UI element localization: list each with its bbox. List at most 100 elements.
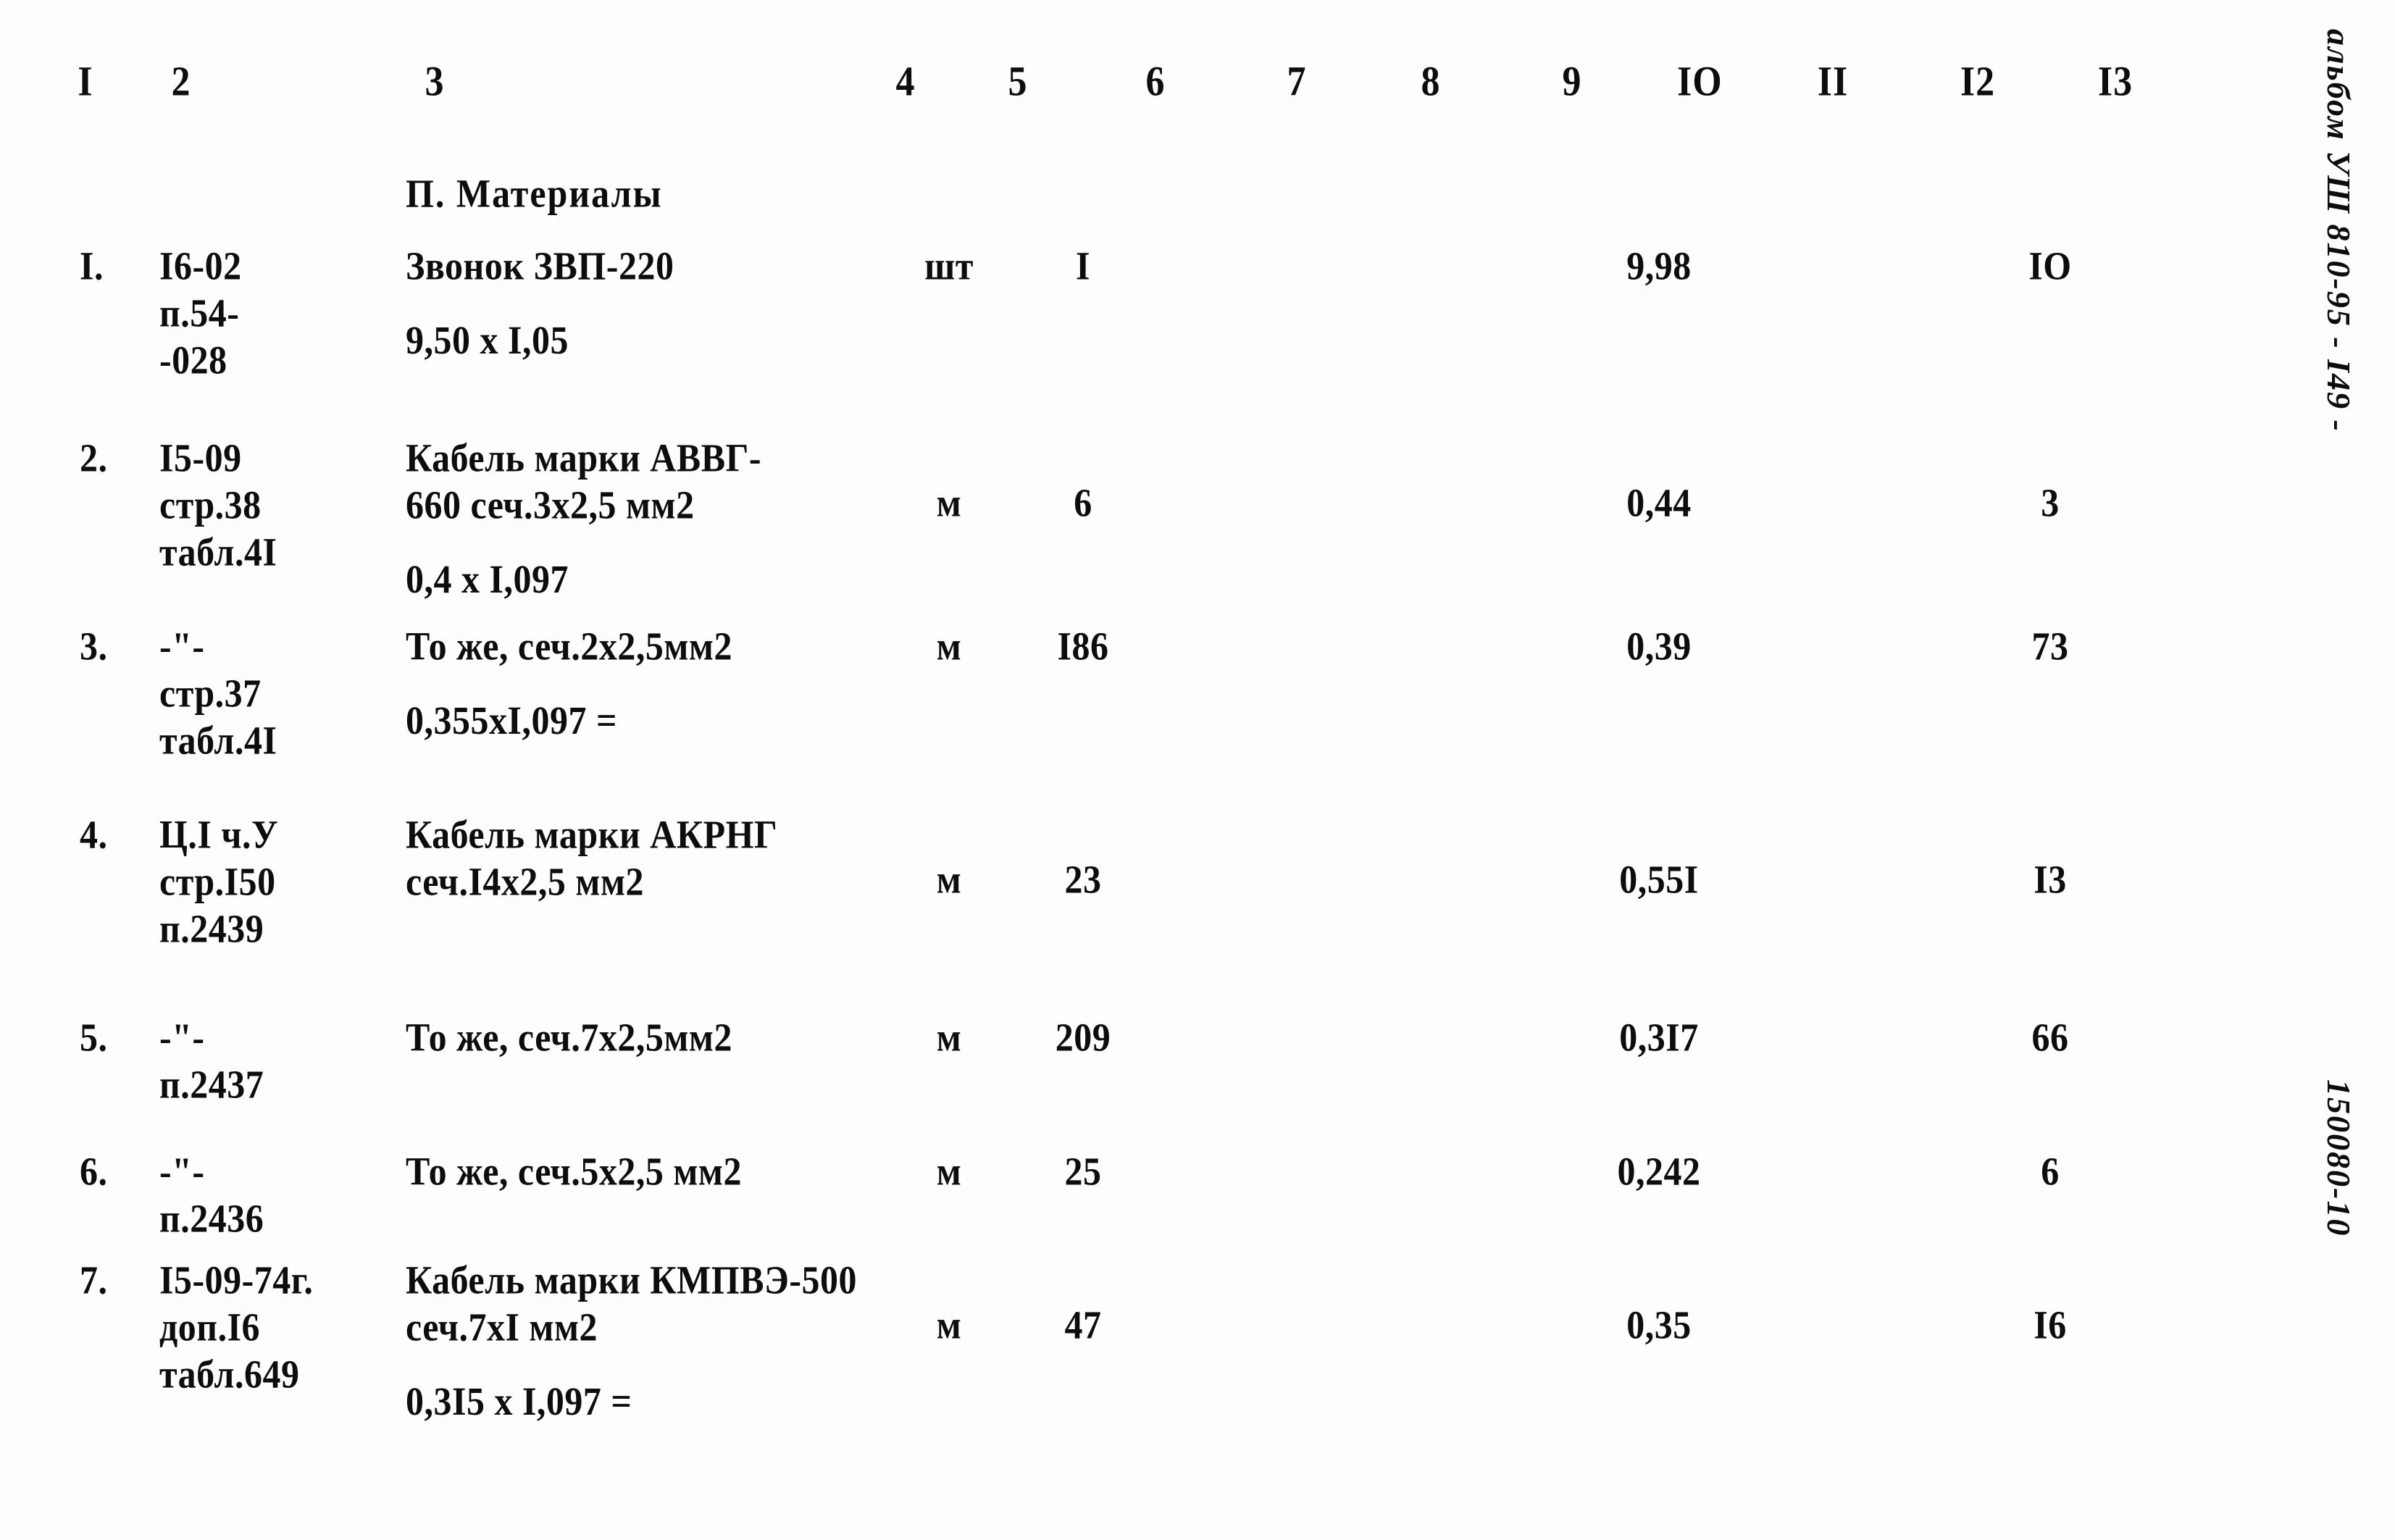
row-total: I3 xyxy=(2034,857,2067,902)
row-total: 6 xyxy=(2041,1149,2060,1194)
description-line: То же, сеч.5х2,5 мм2 xyxy=(406,1149,742,1194)
row-price: 9,98 xyxy=(1626,243,1692,288)
row-unit: м xyxy=(936,480,962,525)
row-price: 0,35 xyxy=(1626,1302,1692,1347)
row-number: 6. xyxy=(80,1149,108,1194)
document-page: - - - - - - - - - - - - - - - - - - - - … xyxy=(0,0,2395,1540)
reference-line: п.2436 xyxy=(159,1196,264,1241)
row-reference: Ц.I ч.У стр.I50 п.2439 xyxy=(159,811,278,953)
row-price: 0,3I7 xyxy=(1619,1015,1699,1060)
margin-code-label: 150080-10 xyxy=(2320,1079,2357,1237)
row-unit: м xyxy=(936,857,962,902)
reference-line: -"- xyxy=(159,624,205,669)
row-description: То же, сеч.7х2,5мм2 xyxy=(406,1014,732,1061)
row-number: 2. xyxy=(80,435,108,480)
reference-line: доп.I6 xyxy=(159,1305,261,1349)
description-line: сеч.I4х2,5 мм2 xyxy=(406,859,645,904)
row-description: То же, сеч.2х2,5мм2 0,355хI,097 = xyxy=(406,623,732,744)
description-line: 660 сеч.3х2,5 мм2 xyxy=(406,482,695,527)
row-number: 5. xyxy=(80,1015,108,1060)
column-header-12: I2 xyxy=(1960,59,1996,105)
row-price: 0,55I xyxy=(1619,857,1699,902)
reference-line: п.2437 xyxy=(159,1062,264,1107)
row-number: I. xyxy=(80,243,104,288)
reference-line: стр.I50 xyxy=(159,859,276,904)
row-description: Звонок ЗВП-220 9,50 х I,05 xyxy=(406,243,674,364)
reference-line: I6-02 xyxy=(159,243,242,288)
row-unit: м xyxy=(936,1302,962,1347)
row-total: 3 xyxy=(2041,480,2060,525)
column-header-9: 9 xyxy=(1562,59,1582,105)
row-unit: м xyxy=(936,1149,962,1194)
row-reference: I5-09 стр.38 табл.4I xyxy=(159,435,277,576)
description-line: Кабель марки АВВГ- xyxy=(406,435,762,480)
row-quantity: I xyxy=(1076,243,1090,288)
reference-line: табл.649 xyxy=(159,1351,300,1397)
description-line: Кабель марки КМПВЭ-500 xyxy=(406,1257,858,1302)
row-reference: I6-02 п.54- -028 xyxy=(159,243,242,384)
reference-line: I5-09-74г. xyxy=(159,1257,314,1302)
row-price: 0,44 xyxy=(1626,480,1692,525)
reference-line: стр.38 xyxy=(159,482,262,527)
row-total: 73 xyxy=(2031,624,2069,669)
reference-line: п.54- xyxy=(159,290,240,335)
row-quantity: 25 xyxy=(1064,1149,1102,1194)
column-header-11: II xyxy=(1817,59,1849,105)
reference-line: -028 xyxy=(159,337,227,382)
row-description: То же, сеч.5х2,5 мм2 xyxy=(406,1148,742,1195)
row-description: Кабель марки КМПВЭ-500 сеч.7хI мм2 0,3I5 х… xyxy=(406,1257,857,1425)
table-header-bottom-rule: - - - - - - - - - - - - - - - - - - - - … xyxy=(80,122,2253,132)
row-price: 0,242 xyxy=(1617,1149,1701,1194)
column-header-7: 7 xyxy=(1287,59,1307,105)
row-quantity: 6 xyxy=(1074,480,1092,525)
description-line: То же, сеч.2х2,5мм2 xyxy=(406,624,732,669)
column-header-1: I xyxy=(78,59,93,105)
calculation-line: 0,355хI,097 = xyxy=(406,698,617,742)
row-description: Кабель марки АВВГ- 660 сеч.3х2,5 мм2 0,4 х… xyxy=(406,435,761,603)
row-reference: -"- п.2436 xyxy=(159,1148,264,1242)
row-price: 0,39 xyxy=(1626,624,1692,669)
calculation-line: 0,4 х I,097 xyxy=(406,556,569,601)
row-unit: м xyxy=(936,624,962,669)
reference-line: -"- xyxy=(159,1149,205,1194)
description-line: То же, сеч.7х2,5мм2 xyxy=(406,1015,732,1060)
row-quantity: 209 xyxy=(1055,1015,1111,1060)
reference-line: I5-09 xyxy=(159,435,242,480)
row-reference: I5-09-74г. доп.I6 табл.649 xyxy=(159,1257,313,1398)
row-total: I6 xyxy=(2034,1302,2067,1347)
reference-line: стр.37 xyxy=(159,671,262,716)
calculation-line: 9,50 х I,05 xyxy=(406,317,569,362)
reference-line: п.2439 xyxy=(159,905,264,951)
row-number: 3. xyxy=(80,624,108,669)
row-total: IO xyxy=(2028,243,2072,288)
column-header-2: 2 xyxy=(171,59,191,105)
description-line: сеч.7хI мм2 xyxy=(406,1305,598,1349)
column-header-10: IO xyxy=(1677,59,1723,105)
row-description: Кабель марки АКРНГ сеч.I4х2,5 мм2 xyxy=(406,811,777,905)
row-unit: шт xyxy=(924,243,974,288)
reference-line: табл.4I xyxy=(159,529,277,574)
reference-line: Ц.I ч.У xyxy=(159,812,279,857)
row-unit: м xyxy=(936,1015,962,1060)
row-quantity: 23 xyxy=(1064,857,1102,902)
column-header-13: I3 xyxy=(2097,59,2133,105)
calculation-line: 0,3I5 х I,097 = xyxy=(406,1378,632,1423)
column-header-4: 4 xyxy=(895,59,916,105)
row-reference: -"- п.2437 xyxy=(159,1014,264,1108)
row-total: 66 xyxy=(2031,1015,2069,1060)
description-line: Звонок ЗВП-220 xyxy=(406,243,674,288)
column-header-6: 6 xyxy=(1145,59,1166,105)
column-header-3: 3 xyxy=(425,59,445,105)
column-header-8: 8 xyxy=(1421,59,1441,105)
table-top-rule: - - - - - - - - - - - - - - - - - - - - … xyxy=(80,28,2253,38)
row-quantity: 47 xyxy=(1064,1302,1102,1347)
reference-line: табл.4I xyxy=(159,717,277,763)
section-heading: П. Материалы xyxy=(406,171,663,216)
reference-line: -"- xyxy=(159,1015,205,1060)
description-line: Кабель марки АКРНГ xyxy=(406,812,778,857)
row-number: 4. xyxy=(80,812,108,857)
